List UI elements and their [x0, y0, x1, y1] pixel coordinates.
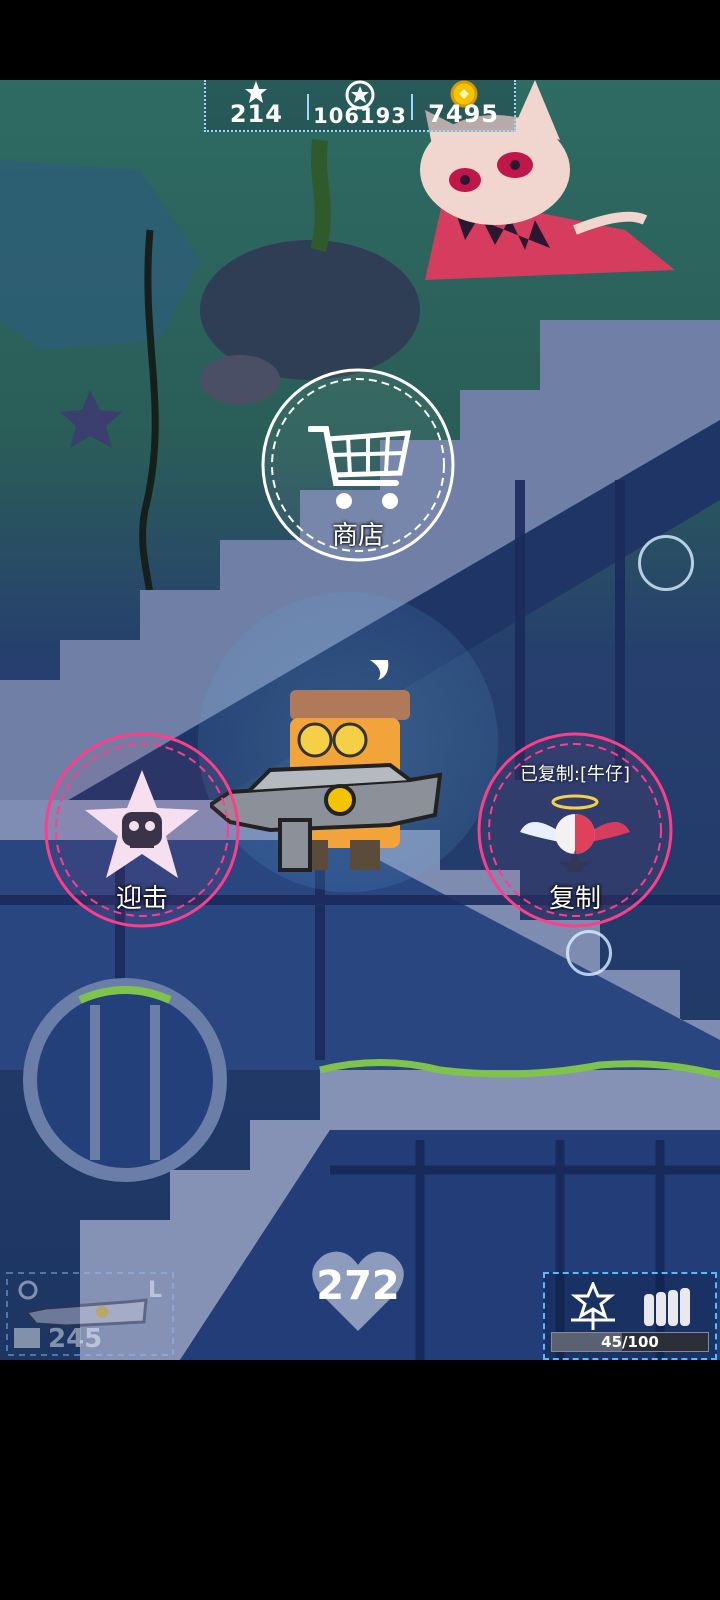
- skull-star-icon: [85, 770, 199, 878]
- player-character[interactable]: [210, 640, 450, 900]
- copy-label: 复制: [548, 884, 601, 914]
- stars-counter: 214: [206, 80, 306, 130]
- skill-panel[interactable]: 45/100: [543, 1272, 717, 1360]
- bubble: [638, 535, 694, 591]
- skill-progress-text: 45/100: [601, 1333, 659, 1351]
- shop-label: 商店: [331, 521, 384, 551]
- game-viewport: 214 106193 7495 商店 迎击 已复制:[牛仔] 复制 272 L …: [0, 80, 720, 1360]
- copy-button[interactable]: 已复制:[牛仔] 复制: [475, 730, 675, 930]
- hud-divider: [307, 94, 310, 120]
- ammo-clip-icon: [644, 1288, 690, 1326]
- medals-value: 106193: [313, 104, 407, 128]
- top-hud: 214 106193 7495: [204, 80, 516, 132]
- balance-scale-icon: [570, 1282, 616, 1330]
- ammo-count: 245: [48, 1324, 103, 1354]
- hp-value: 272: [316, 1263, 400, 1309]
- weapon-slot-label: L: [147, 1278, 162, 1303]
- weapon-switch-panel[interactable]: L 245: [6, 1272, 174, 1356]
- coins-counter: 7495: [414, 80, 514, 130]
- shopping-cart-icon: [308, 426, 412, 509]
- medals-counter: 106193: [310, 80, 410, 130]
- counter-attack-button[interactable]: 迎击: [42, 730, 242, 930]
- shop-button[interactable]: 商店: [258, 365, 458, 565]
- copied-status-text: 已复制:[牛仔]: [519, 764, 631, 785]
- bubble: [566, 930, 612, 976]
- skill-progress-bar: 45/100: [551, 1332, 709, 1352]
- coins-value: 7495: [428, 100, 499, 128]
- stars-value: 214: [229, 100, 283, 128]
- angel-devil-icon: [520, 794, 630, 872]
- hud-divider: [410, 94, 413, 120]
- hp-indicator: 272: [310, 1245, 406, 1335]
- counter-attack-label: 迎击: [115, 884, 168, 914]
